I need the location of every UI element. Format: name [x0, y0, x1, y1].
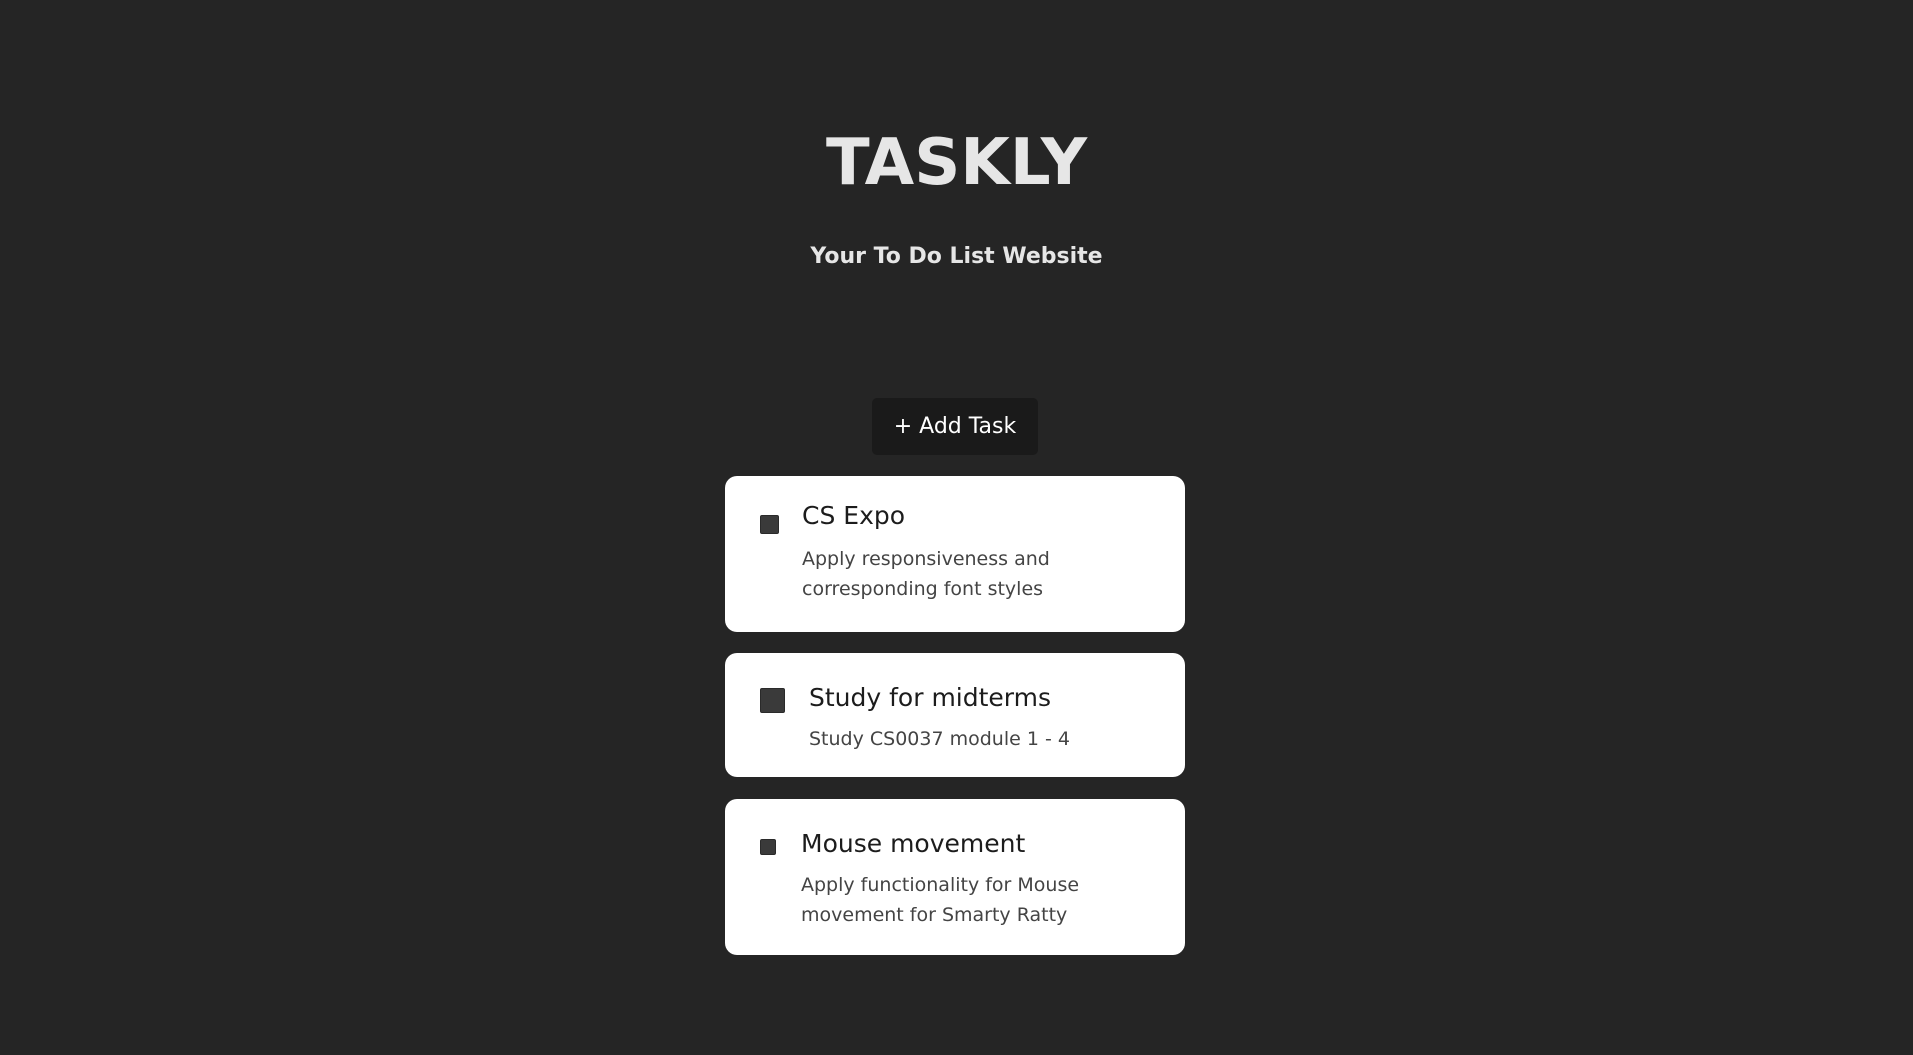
app-page: TASKLY Your To Do List Website + Add Tas…	[0, 0, 1913, 1055]
task-title: Mouse movement	[801, 829, 1026, 858]
task-description: Apply responsiveness and corresponding f…	[802, 548, 1050, 600]
add-task-button[interactable]: + Add Task	[872, 398, 1038, 455]
task-checkbox[interactable]	[760, 515, 779, 534]
task-card: Mouse movement Apply functionality for M…	[725, 799, 1185, 955]
task-checkbox[interactable]	[760, 688, 785, 713]
task-description: Apply functionality for Mouse movement f…	[801, 874, 1080, 926]
task-title: CS Expo	[802, 501, 906, 530]
task-title: Study for midterms	[809, 683, 1052, 712]
task-checkbox[interactable]	[760, 839, 776, 855]
task-card: Study for midterms Study CS0037 module 1…	[725, 653, 1185, 777]
task-description: Study CS0037 module 1 - 4	[809, 728, 1070, 750]
page-subtitle: Your To Do List Website	[810, 244, 1103, 269]
task-card: CS Expo Apply responsiveness and corresp…	[725, 476, 1185, 632]
page-title: TASKLY	[825, 126, 1088, 200]
